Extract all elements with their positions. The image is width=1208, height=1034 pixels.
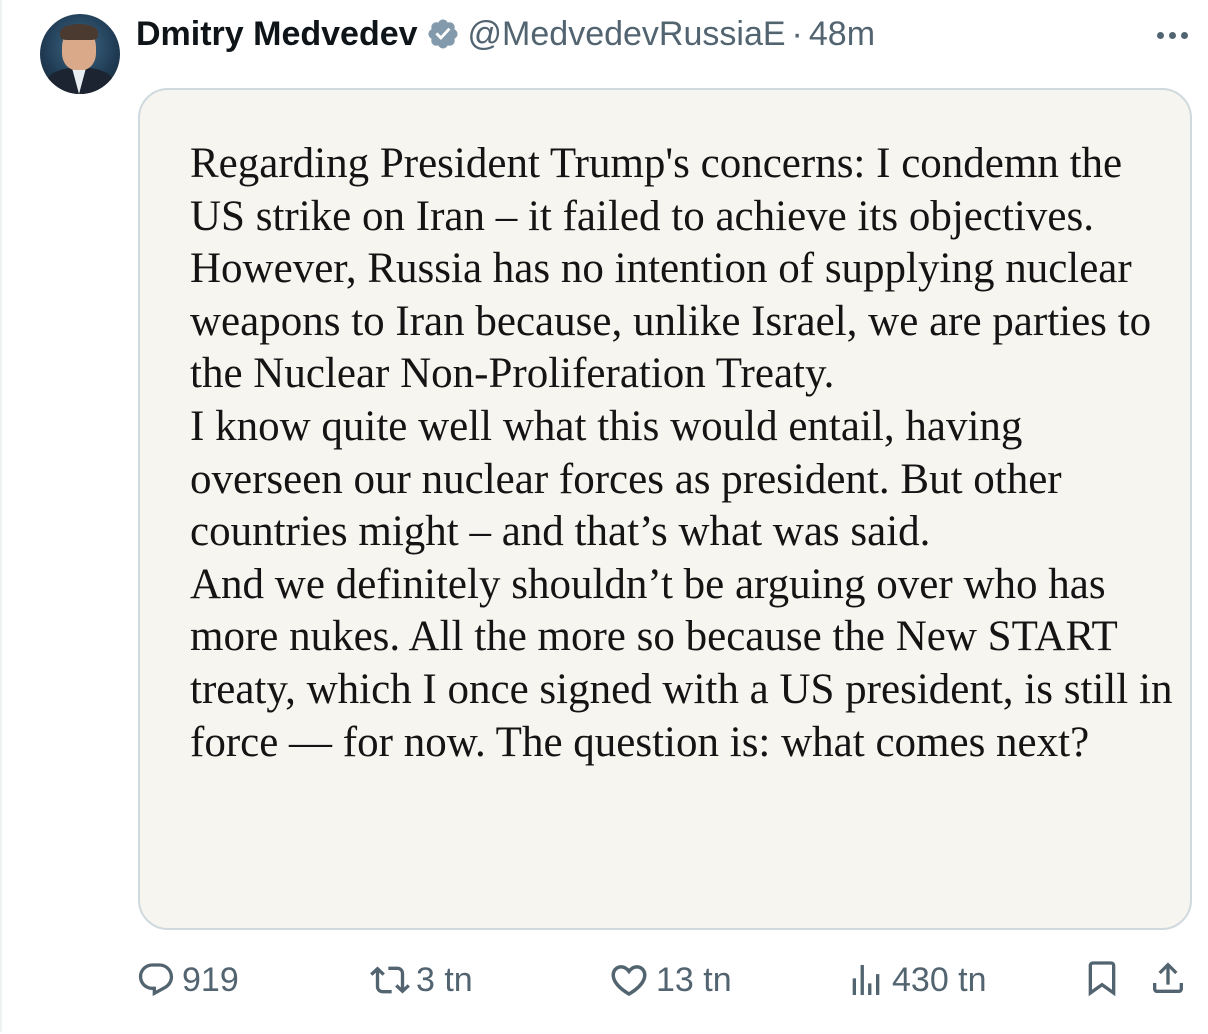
bar-chart-icon (846, 960, 886, 1000)
bookmark-icon (1082, 958, 1122, 1003)
like-button[interactable]: 13 tn (608, 950, 732, 1010)
share-button[interactable] (1148, 950, 1188, 1010)
retweet-icon (370, 960, 410, 1000)
bookmark-button[interactable] (1082, 950, 1122, 1010)
avatar[interactable] (40, 14, 120, 94)
action-bar: 919 3 tn 13 tn 430 tn (0, 950, 1208, 1010)
author-name[interactable]: Dmitry Medvedev (136, 15, 418, 54)
views-button[interactable]: 430 tn (846, 950, 987, 1010)
tweet-media-image[interactable]: Regarding President Trump's concerns: I … (138, 88, 1192, 930)
verified-badge-icon (426, 17, 460, 51)
more-dots-icon[interactable] (1150, 20, 1194, 50)
retweet-count: 3 tn (416, 960, 473, 999)
reply-bubble-icon (136, 960, 176, 1000)
views-count: 430 tn (892, 960, 987, 999)
share-icon (1148, 958, 1188, 1003)
author-handle[interactable]: @MedvedevRussiaE (468, 15, 786, 54)
header-separator: · (791, 14, 803, 53)
tweet-header: Dmitry Medvedev @MedvedevRussiaE · 48m (136, 12, 875, 56)
timestamp[interactable]: 48m (809, 15, 875, 54)
reply-button[interactable]: 919 (136, 950, 239, 1010)
like-count: 13 tn (656, 960, 732, 999)
avatar-hair (60, 24, 98, 40)
heart-icon (608, 959, 650, 1001)
retweet-button[interactable]: 3 tn (370, 950, 473, 1010)
image-statement-text: Regarding President Trump's concerns: I … (190, 140, 1173, 766)
reply-count: 919 (182, 960, 239, 999)
